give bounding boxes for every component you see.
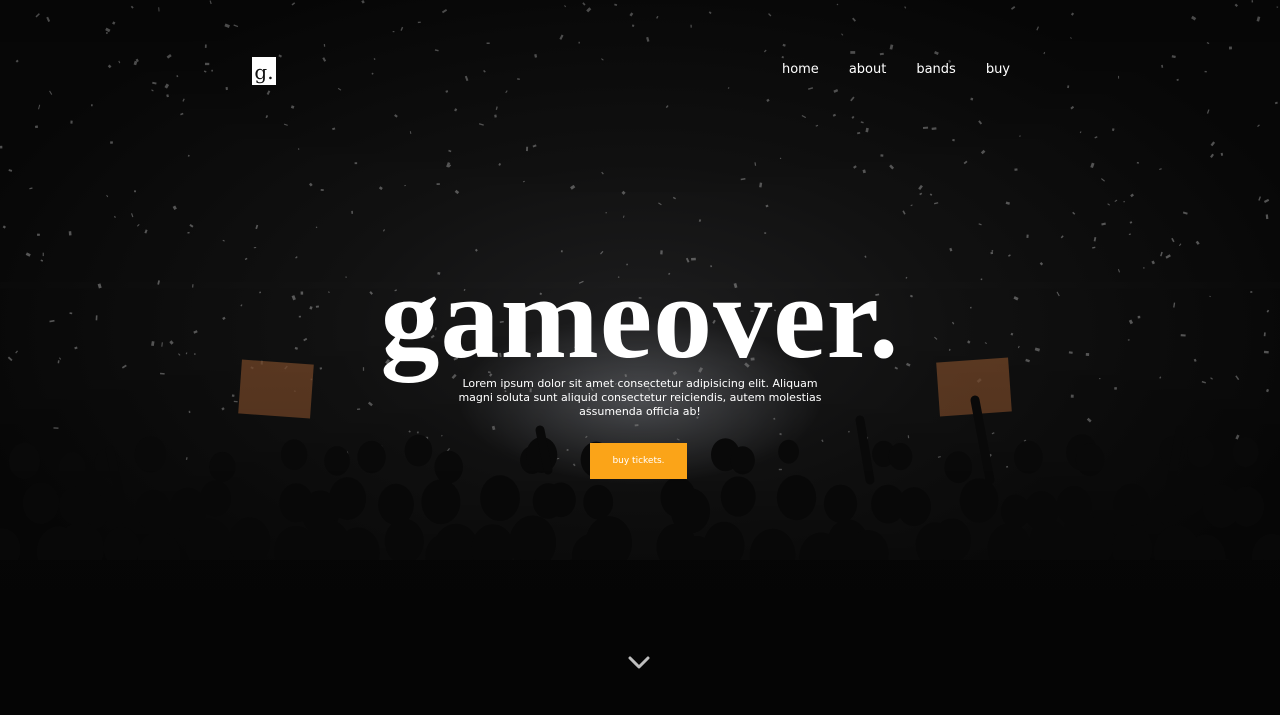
logo[interactable]: g.	[252, 57, 276, 85]
nav-buy[interactable]: buy	[956, 60, 1010, 80]
buy-tickets-button[interactable]: buy tickets.	[590, 443, 687, 479]
chevron-down-icon[interactable]	[626, 652, 652, 674]
hero-description: Lorem ipsum dolor sit amet consectetur a…	[458, 377, 822, 418]
hero-section: g. home about bands buy gameover. Lorem …	[0, 0, 1280, 715]
hero-title: gameover.	[380, 252, 900, 383]
nav-bands[interactable]: bands	[886, 60, 955, 80]
main-nav: home about bands buy	[752, 60, 1010, 80]
nav-home[interactable]: home	[752, 60, 819, 80]
nav-about[interactable]: about	[819, 60, 887, 80]
